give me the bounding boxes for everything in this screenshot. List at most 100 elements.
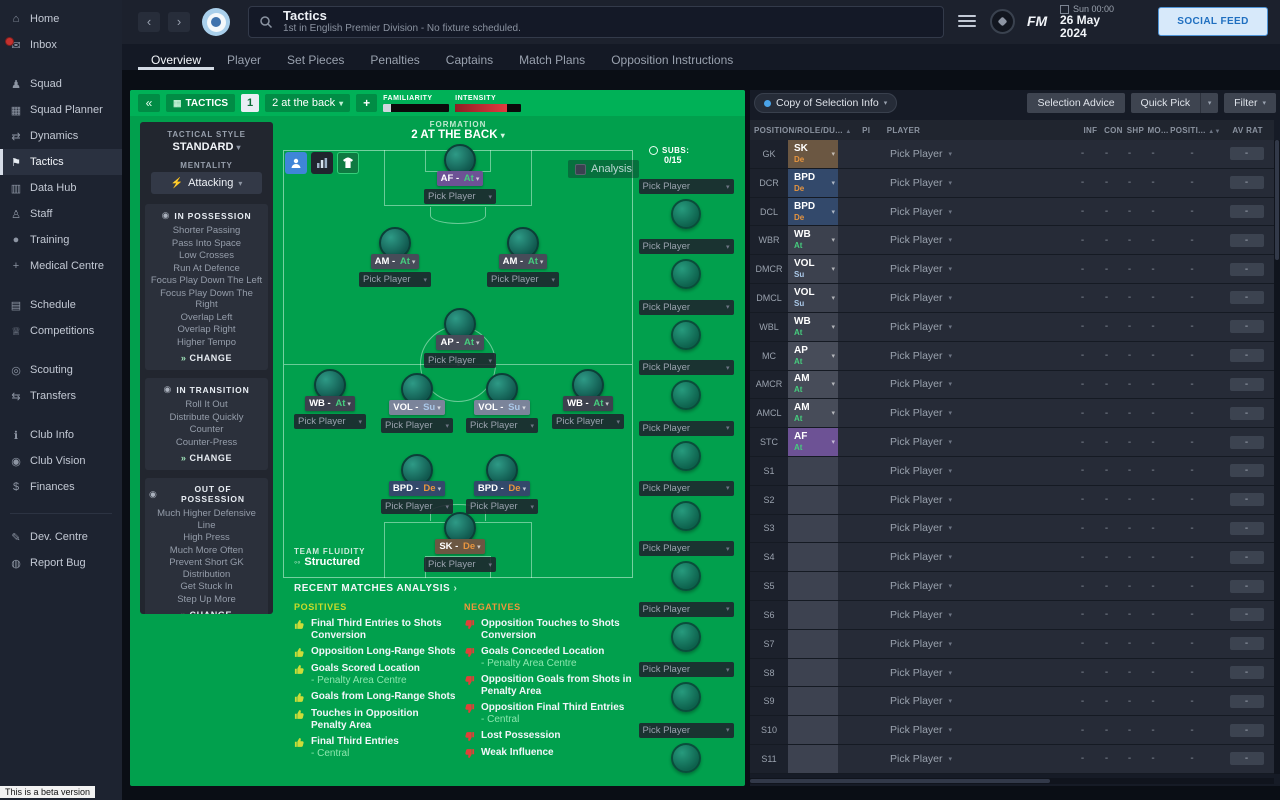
- pick-player-dropdown[interactable]: Pick Player▾: [860, 543, 1070, 571]
- kit-view-button[interactable]: [337, 152, 359, 174]
- pick-player-dropdown[interactable]: Pick Player▾: [860, 226, 1070, 254]
- sidebar-item-scouting[interactable]: ◎Scouting: [0, 357, 122, 383]
- role-dropdown[interactable]: VOL - Su▾: [474, 400, 529, 415]
- sidebar-item-tactics[interactable]: ⚑Tactics: [0, 149, 122, 175]
- table-row-dcr[interactable]: DCRBPDDe▾Pick Player▾------: [750, 169, 1274, 198]
- pick-player-dropdown[interactable]: Pick Player▾: [860, 716, 1070, 744]
- pick-player-dropdown[interactable]: Pick Player▾: [860, 572, 1070, 600]
- tactic-preset-dropdown[interactable]: 2 at the back ▾: [265, 94, 350, 112]
- table-row-s6[interactable]: S6Pick Player▾------: [750, 601, 1274, 630]
- pick-player-dropdown[interactable]: Pick Player▾: [424, 189, 496, 204]
- tab-match-plans[interactable]: Match Plans: [506, 44, 598, 70]
- pick-player-dropdown[interactable]: Pick Player▾: [860, 515, 1070, 543]
- sidebar-item-training[interactable]: ●Training: [0, 227, 122, 253]
- pick-player-dropdown[interactable]: Pick Player▾: [487, 272, 559, 287]
- horizontal-scrollbar[interactable]: [750, 778, 1274, 784]
- sidebar-item-competitions[interactable]: ♕Competitions: [0, 318, 122, 344]
- mentality-dropdown[interactable]: ⚡ Attacking ▾: [151, 172, 262, 194]
- nav-back-button[interactable]: ‹: [138, 12, 160, 32]
- sidebar-item-report-bug[interactable]: ◍Report Bug: [0, 550, 122, 576]
- tactics-menu-button[interactable]: ▦ TACTICS: [166, 94, 235, 112]
- pick-player-dropdown[interactable]: Pick Player▾: [860, 255, 1070, 283]
- pick-player-dropdown[interactable]: Pick Player▾: [860, 313, 1070, 341]
- table-row-dcl[interactable]: DCLBPDDe▾Pick Player▾------: [750, 198, 1274, 227]
- sidebar-item-inbox[interactable]: ✉Inbox: [0, 32, 122, 58]
- sidebar-item-transfers[interactable]: ⇆Transfers: [0, 383, 122, 409]
- pick-player-dropdown[interactable]: Pick Player▾: [639, 602, 734, 617]
- table-row-dmcr[interactable]: DMCRVOLSu▾Pick Player▾------: [750, 255, 1274, 284]
- pick-player-dropdown[interactable]: Pick Player▾: [294, 414, 366, 429]
- pick-player-dropdown[interactable]: Pick Player▾: [860, 399, 1070, 427]
- pick-player-dropdown[interactable]: Pick Player▾: [552, 414, 624, 429]
- stats-view-button[interactable]: [311, 152, 333, 174]
- menu-icon[interactable]: [958, 15, 976, 30]
- analysis-toggle[interactable]: Analysis: [568, 160, 639, 178]
- role-dropdown[interactable]: BPD - De▾: [389, 481, 445, 496]
- sidebar-item-club-info[interactable]: ℹClub Info: [0, 422, 122, 448]
- sidebar-item-medical-centre[interactable]: +Medical Centre: [0, 253, 122, 279]
- col-avrat[interactable]: AV RAT: [1221, 126, 1274, 135]
- pick-player-dropdown[interactable]: Pick Player▾: [860, 342, 1070, 370]
- role-dropdown[interactable]: VOLSu▾: [788, 284, 838, 312]
- pick-player-dropdown[interactable]: Pick Player▾: [639, 179, 734, 194]
- role-dropdown[interactable]: WB - At▾: [563, 396, 613, 411]
- filter-button[interactable]: Filter▾: [1224, 93, 1276, 113]
- sidebar-item-schedule[interactable]: ▤Schedule: [0, 292, 122, 318]
- pick-player-dropdown[interactable]: Pick Player▾: [860, 630, 1070, 658]
- change-button[interactable]: »CHANGE: [149, 453, 264, 463]
- col-mo[interactable]: MO...: [1147, 126, 1170, 135]
- role-dropdown[interactable]: AF - At▾: [437, 171, 484, 186]
- tab-captains[interactable]: Captains: [433, 44, 506, 70]
- pick-player-dropdown[interactable]: Pick Player▾: [639, 421, 734, 436]
- role-dropdown[interactable]: AFAt▾: [788, 428, 838, 456]
- add-tactic-button[interactable]: +: [356, 94, 377, 112]
- pick-player-dropdown[interactable]: Pick Player▾: [359, 272, 431, 287]
- col-position[interactable]: POSITION/ROLE/DU... ▲: [750, 126, 856, 135]
- pick-player-dropdown[interactable]: Pick Player▾: [860, 140, 1070, 168]
- col-con[interactable]: CON: [1102, 126, 1124, 135]
- table-row-s2[interactable]: S2Pick Player▾------: [750, 486, 1274, 515]
- table-row-stc[interactable]: STCAFAt▾Pick Player▾------: [750, 428, 1274, 457]
- tab-set-pieces[interactable]: Set Pieces: [274, 44, 357, 70]
- role-dropdown[interactable]: VOL - Su▾: [389, 400, 444, 415]
- sidebar-item-squad[interactable]: ♟Squad: [0, 71, 122, 97]
- table-row-s9[interactable]: S9Pick Player▾------: [750, 687, 1274, 716]
- pick-player-dropdown[interactable]: Pick Player▾: [639, 239, 734, 254]
- pick-player-dropdown[interactable]: Pick Player▾: [860, 687, 1070, 715]
- quick-pick-button[interactable]: Quick Pick: [1131, 93, 1201, 113]
- social-feed-button[interactable]: SOCIAL FEED: [1158, 7, 1268, 36]
- quick-pick-chevron-button[interactable]: ▾: [1200, 93, 1218, 113]
- tab-opposition-instructions[interactable]: Opposition Instructions: [598, 44, 746, 70]
- change-button[interactable]: »CHANGE: [149, 610, 264, 614]
- table-row-s10[interactable]: S10Pick Player▾------: [750, 716, 1274, 745]
- table-row-s1[interactable]: S1Pick Player▾------: [750, 457, 1274, 486]
- table-row-s8[interactable]: S8Pick Player▾------: [750, 659, 1274, 688]
- role-dropdown[interactable]: WB - At▾: [305, 396, 355, 411]
- role-dropdown[interactable]: AM - At▾: [371, 254, 420, 269]
- role-dropdown[interactable]: SK - De▾: [435, 539, 484, 554]
- table-row-s5[interactable]: S5Pick Player▾------: [750, 572, 1274, 601]
- tactic-slot-1[interactable]: 1: [241, 94, 259, 112]
- col-inf[interactable]: INF: [1078, 126, 1102, 135]
- table-row-wbr[interactable]: WBRWBAt▾Pick Player▾------: [750, 226, 1274, 255]
- pick-player-dropdown[interactable]: Pick Player▾: [860, 457, 1070, 485]
- tab-overview[interactable]: Overview: [138, 44, 214, 70]
- pick-player-dropdown[interactable]: Pick Player▾: [860, 601, 1070, 629]
- change-button[interactable]: »CHANGE: [149, 353, 264, 363]
- pick-player-dropdown[interactable]: Pick Player▾: [860, 659, 1070, 687]
- pick-player-dropdown[interactable]: Pick Player▾: [639, 723, 734, 738]
- pick-player-dropdown[interactable]: Pick Player▾: [860, 198, 1070, 226]
- role-dropdown[interactable]: AP - At▾: [436, 335, 483, 350]
- role-dropdown[interactable]: AM - At▾: [499, 254, 548, 269]
- sidebar-item-squad-planner[interactable]: ▦Squad Planner: [0, 97, 122, 123]
- copy-selection-info-dropdown[interactable]: Copy of Selection Info ▾: [754, 93, 897, 113]
- sidebar-item-staff[interactable]: ♙Staff: [0, 201, 122, 227]
- tab-penalties[interactable]: Penalties: [357, 44, 432, 70]
- pick-player-dropdown[interactable]: Pick Player▾: [639, 662, 734, 677]
- pick-player-dropdown[interactable]: Pick Player▾: [424, 353, 496, 368]
- pick-player-dropdown[interactable]: Pick Player▾: [860, 428, 1070, 456]
- pick-player-dropdown[interactable]: Pick Player▾: [639, 481, 734, 496]
- sidebar-item-data-hub[interactable]: ▥Data Hub: [0, 175, 122, 201]
- date-display[interactable]: Sun 00:00 26 May 2024: [1060, 4, 1114, 40]
- player-view-button[interactable]: [285, 152, 307, 174]
